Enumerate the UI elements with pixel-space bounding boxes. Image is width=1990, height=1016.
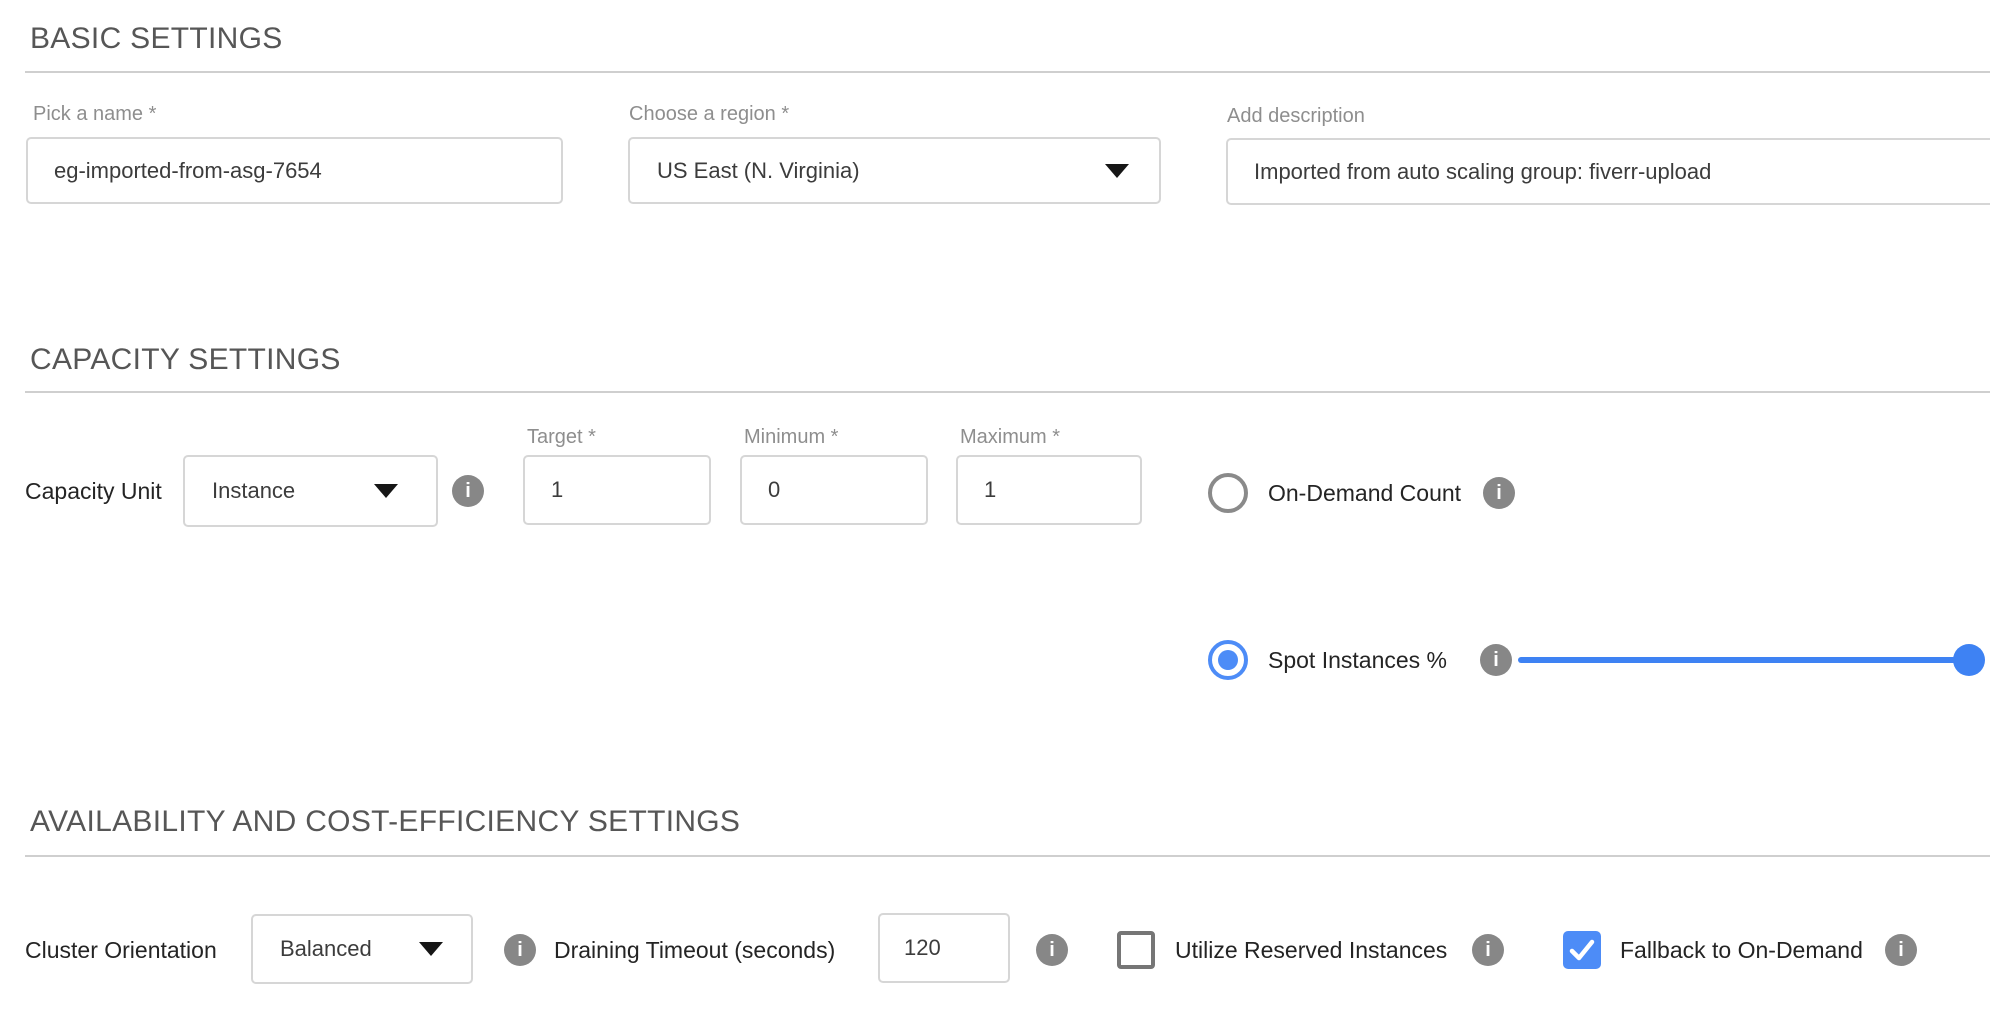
minimum-field-box xyxy=(740,455,928,525)
cluster-orientation-info-icon[interactable]: i xyxy=(504,934,536,966)
spot-slider-fill xyxy=(1518,657,1969,663)
radio-dot xyxy=(1218,650,1238,670)
cluster-orientation-select[interactable]: Balanced xyxy=(251,914,473,984)
capacity-unit-select[interactable]: Instance xyxy=(183,455,438,527)
draining-timeout-info-icon[interactable]: i xyxy=(1036,934,1068,966)
capacity-settings-title: CAPACITY SETTINGS xyxy=(30,343,341,377)
maximum-input[interactable] xyxy=(958,477,1140,503)
utilize-reserved-info-icon[interactable]: i xyxy=(1472,934,1504,966)
capacity-unit-label: Capacity Unit xyxy=(25,478,162,505)
region-selected-value: US East (N. Virginia) xyxy=(630,158,860,184)
maximum-field-box xyxy=(956,455,1142,525)
utilize-reserved-label[interactable]: Utilize Reserved Instances xyxy=(1175,937,1447,964)
fallback-on-demand-label[interactable]: Fallback to On-Demand xyxy=(1620,937,1863,964)
on-demand-count-label[interactable]: On-Demand Count xyxy=(1268,480,1461,507)
section-divider xyxy=(25,855,1990,857)
description-input[interactable] xyxy=(1228,159,1990,185)
region-select[interactable]: US East (N. Virginia) xyxy=(628,137,1161,204)
description-field-box xyxy=(1226,138,1990,205)
draining-timeout-label: Draining Timeout (seconds) xyxy=(554,937,835,964)
capacity-unit-selected-value: Instance xyxy=(185,478,295,504)
region-field-label: Choose a region * xyxy=(629,103,789,126)
settings-form: BASIC SETTINGS Pick a name * Choose a re… xyxy=(0,0,1990,1016)
cluster-orientation-label: Cluster Orientation xyxy=(25,937,217,964)
spot-instances-info-icon[interactable]: i xyxy=(1480,644,1512,676)
on-demand-count-info-icon[interactable]: i xyxy=(1483,477,1515,509)
target-input[interactable] xyxy=(525,477,709,503)
target-field-label: Target * xyxy=(527,426,596,449)
fallback-on-demand-info-icon[interactable]: i xyxy=(1885,934,1917,966)
checkmark-icon xyxy=(1563,931,1601,969)
spot-percentage-slider[interactable] xyxy=(1518,657,1969,663)
section-divider xyxy=(25,71,1990,73)
availability-settings-title: AVAILABILITY AND COST-EFFICIENCY SETTING… xyxy=(30,805,740,839)
name-input[interactable] xyxy=(28,158,561,184)
fallback-on-demand-checkbox[interactable] xyxy=(1563,931,1601,969)
chevron-down-icon xyxy=(374,484,398,498)
cluster-orientation-selected-value: Balanced xyxy=(253,936,372,962)
chevron-down-icon xyxy=(1105,164,1129,178)
on-demand-count-radio[interactable] xyxy=(1208,473,1248,513)
draining-timeout-box xyxy=(878,913,1010,983)
target-field-box xyxy=(523,455,711,525)
description-field-label: Add description xyxy=(1227,105,1365,128)
capacity-unit-info-icon[interactable]: i xyxy=(452,475,484,507)
basic-settings-title: BASIC SETTINGS xyxy=(30,22,283,56)
draining-timeout-input[interactable] xyxy=(880,935,1008,961)
section-divider xyxy=(25,391,1990,393)
spot-instances-label[interactable]: Spot Instances % xyxy=(1268,647,1447,674)
minimum-field-label: Minimum * xyxy=(744,426,838,449)
name-field-box xyxy=(26,137,563,204)
maximum-field-label: Maximum * xyxy=(960,426,1060,449)
spot-instances-radio[interactable] xyxy=(1208,640,1248,680)
utilize-reserved-checkbox[interactable] xyxy=(1117,931,1155,969)
chevron-down-icon xyxy=(419,942,443,956)
name-field-label: Pick a name * xyxy=(33,103,156,126)
spot-slider-thumb[interactable] xyxy=(1953,644,1985,676)
minimum-input[interactable] xyxy=(742,477,926,503)
